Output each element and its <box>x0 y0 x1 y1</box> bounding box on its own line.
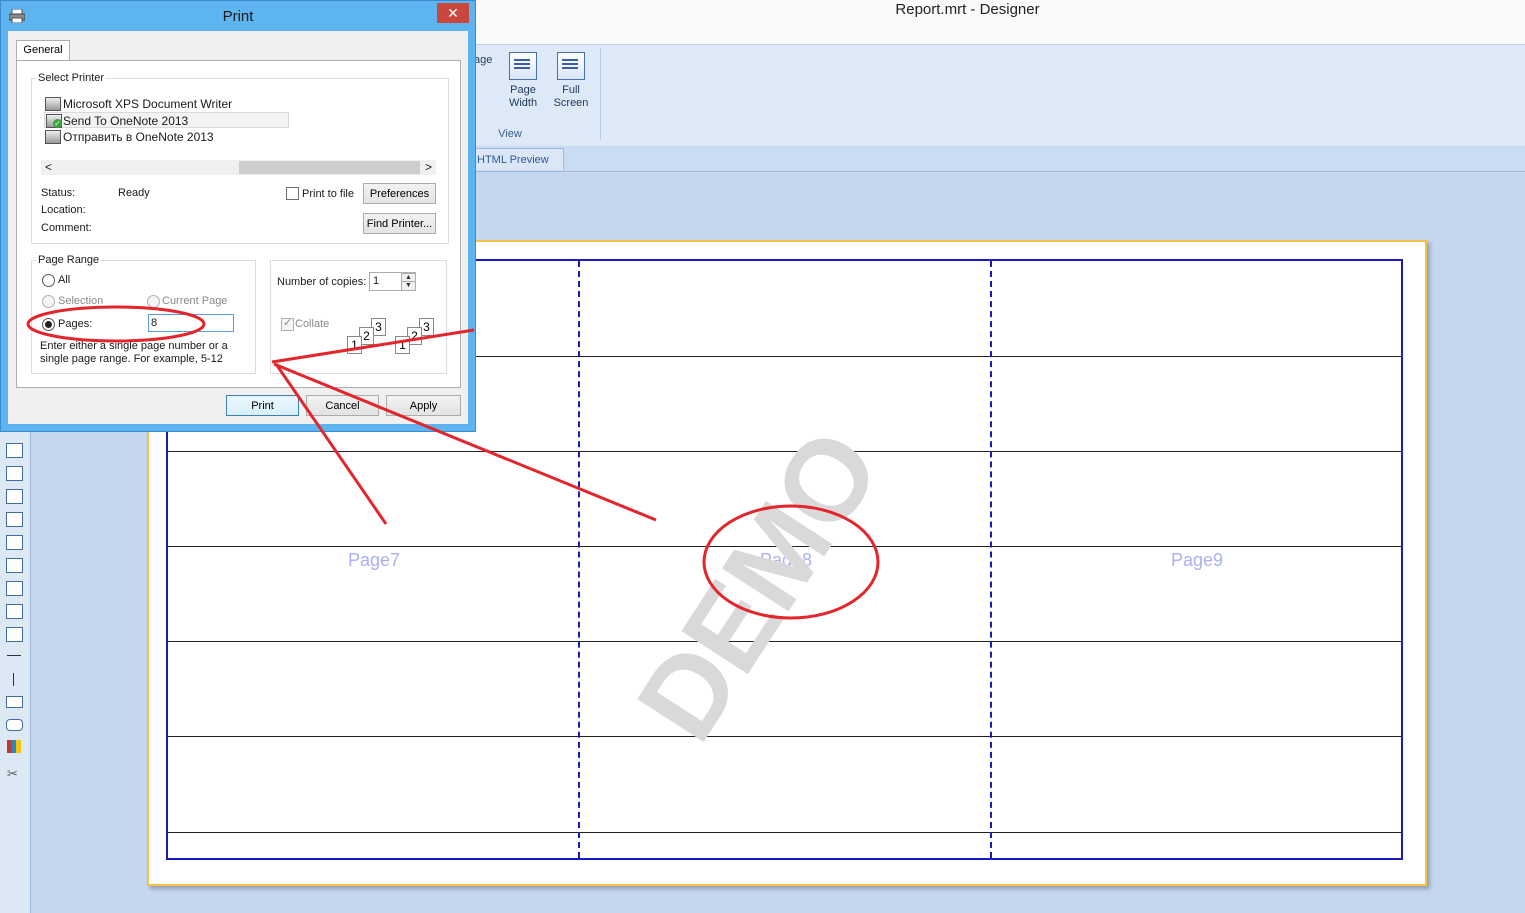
collate-checkbox[interactable] <box>281 316 294 331</box>
current-page-label: Current Page <box>162 295 228 307</box>
collate-illustration-icon: 3 2 1 <box>392 318 442 356</box>
page-width-label-2: Width <box>508 97 538 109</box>
all-label: All <box>58 274 71 286</box>
cancel-button[interactable]: Cancel <box>306 395 379 416</box>
select-printer-legend: Select Printer <box>38 72 105 84</box>
column-divider <box>578 261 580 858</box>
apply-button[interactable]: Apply <box>386 395 461 416</box>
tab-html-preview[interactable]: HTML Preview <box>468 148 564 170</box>
text-tool-icon[interactable] <box>6 558 23 573</box>
tools-icon[interactable]: ✂ <box>7 766 18 782</box>
find-printer-button[interactable]: Find Printer... <box>363 213 436 234</box>
spin-down-icon[interactable]: ▼ <box>401 281 416 291</box>
pages-input-value: 8 <box>151 317 158 329</box>
printer-icon <box>45 130 61 144</box>
selection-radio[interactable] <box>42 295 55 308</box>
page-width-button[interactable]: Page Width <box>499 52 547 110</box>
row-divider <box>168 736 1401 737</box>
printer-item-selected[interactable]: ✓ Send To OneNote 2013 <box>44 112 289 128</box>
ribbon-partial-label: age <box>474 54 493 66</box>
toolbox: ✂ <box>0 430 31 913</box>
scrollbar-thumb[interactable] <box>239 161 420 174</box>
barcode-tool-icon[interactable] <box>6 604 23 619</box>
selection-label: Selection <box>58 295 104 307</box>
printer-name: Microsoft XPS Document Writer <box>63 97 233 111</box>
print-button[interactable]: Print <box>226 395 299 416</box>
page-label-9: Page9 <box>1170 550 1224 570</box>
ribbon-separator <box>600 48 601 140</box>
rounded-rectangle-tool-icon[interactable] <box>6 719 23 731</box>
scroll-right-arrow-icon[interactable]: > <box>425 160 432 174</box>
page-label-7: Page7 <box>347 550 401 570</box>
horizontal-line-tool-icon[interactable] <box>7 655 21 656</box>
tab-general[interactable]: General <box>16 40 70 61</box>
print-to-file-label: Print to file <box>302 188 354 200</box>
band-tool-icon[interactable] <box>6 443 23 458</box>
status-value: Ready <box>118 187 150 199</box>
panel-tool-icon[interactable] <box>6 466 23 481</box>
chart-tool-icon[interactable] <box>7 740 21 753</box>
vertical-line-tool-icon[interactable] <box>13 673 14 686</box>
printer-name: Send To OneNote 2013 <box>63 114 189 128</box>
full-screen-icon <box>557 52 585 80</box>
column-divider <box>990 261 992 858</box>
printer-icon <box>45 97 61 111</box>
printer-name: Отправить в OneNote 2013 <box>63 130 214 144</box>
status-label: Status: <box>41 187 76 199</box>
close-button[interactable]: ✕ <box>437 3 469 23</box>
page-width-label-1: Page <box>510 84 536 96</box>
row-divider <box>168 832 1401 833</box>
dialog-title: Print <box>222 8 254 25</box>
table-tool-icon[interactable] <box>6 512 23 527</box>
all-radio[interactable] <box>42 274 55 287</box>
full-screen-button[interactable]: Full Screen <box>547 52 595 110</box>
printer-item[interactable]: Microsoft XPS Document Writer <box>44 96 289 112</box>
current-page-radio[interactable] <box>147 295 160 308</box>
collate-illustration-icon: 3 2 1 <box>344 318 394 356</box>
page-width-icon <box>509 52 537 80</box>
rectangle-tool-icon[interactable] <box>6 696 23 708</box>
full-screen-label-1: Full <box>562 84 580 96</box>
pages-label: Pages: <box>58 318 93 330</box>
full-screen-label-2: Screen <box>553 97 589 109</box>
collate-label: Collate <box>295 318 330 330</box>
printer-item[interactable]: Отправить в OneNote 2013 <box>44 129 289 145</box>
image-tool-icon[interactable] <box>6 581 23 596</box>
pages-input[interactable]: 8 <box>148 314 234 332</box>
preferences-button[interactable]: Preferences <box>363 183 436 204</box>
page-range-hint: Enter either a single page number or a s… <box>40 340 228 365</box>
crosstab-tool-icon[interactable] <box>6 535 23 550</box>
shape-tool-icon[interactable] <box>6 627 23 642</box>
print-to-file-checkbox[interactable] <box>286 187 299 200</box>
pages-radio[interactable] <box>42 318 55 331</box>
page-range-legend: Page Range <box>38 254 100 266</box>
copies-label: Number of copies: <box>277 276 367 288</box>
copies-value: 1 <box>373 275 380 287</box>
location-label: Location: <box>41 204 86 216</box>
scroll-left-arrow-icon[interactable]: < <box>45 160 52 174</box>
ribbon-group-view-label: View <box>498 128 522 140</box>
container-tool-icon[interactable] <box>6 489 23 504</box>
comment-label: Comment: <box>41 222 92 234</box>
default-check-icon: ✓ <box>53 119 62 128</box>
